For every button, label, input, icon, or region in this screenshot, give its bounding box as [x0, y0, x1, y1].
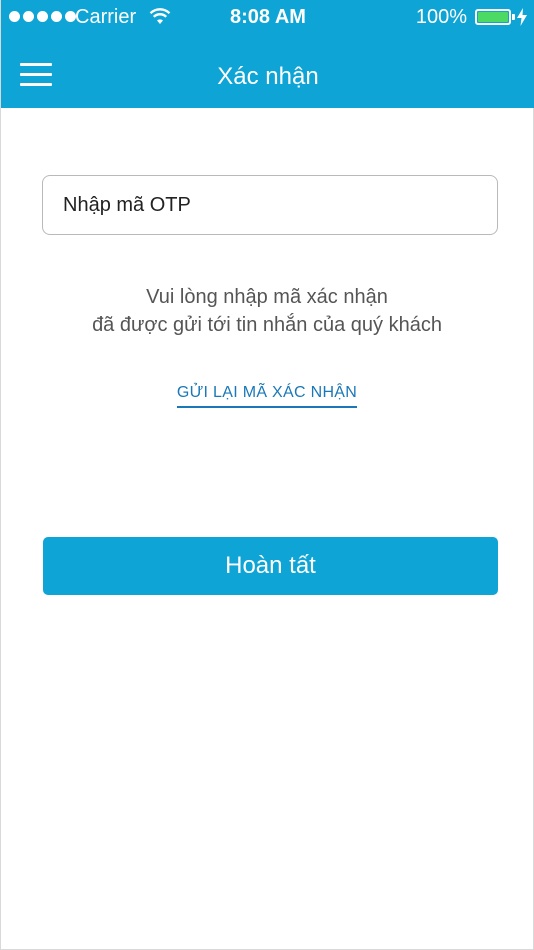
- top-bar: Carrier 8:08 AM 100% Xác nhận: [1, 0, 534, 108]
- battery-tip: [512, 14, 515, 20]
- instruction-line-2: đã được gửi tới tin nhắn của quý khách: [92, 314, 442, 336]
- status-bar: Carrier 8:08 AM 100%: [1, 0, 534, 34]
- page-title: Xác nhận: [217, 63, 319, 90]
- instruction-line-1: Vui lòng nhập mã xác nhận: [146, 286, 388, 308]
- resend-code-link[interactable]: GỬI LẠI MÃ XÁC NHẬN: [176, 382, 358, 408]
- instruction-text: Vui lòng nhập mã xác nhận đã được gửi tớ…: [1, 283, 533, 339]
- battery-percentage: 100%: [415, 6, 467, 28]
- resend-code-container: GỬI LẠI MÃ XÁC NHẬN: [1, 382, 533, 408]
- otp-confirmation-screen: Carrier 8:08 AM 100% Xác nhận Nhập mã OT…: [0, 0, 534, 950]
- finish-button[interactable]: Hoàn tất: [43, 537, 498, 595]
- navigation-bar: Xác nhận: [1, 34, 534, 108]
- battery-icon: [475, 9, 511, 25]
- charging-bolt-icon: [517, 8, 527, 26]
- otp-input[interactable]: [42, 175, 498, 235]
